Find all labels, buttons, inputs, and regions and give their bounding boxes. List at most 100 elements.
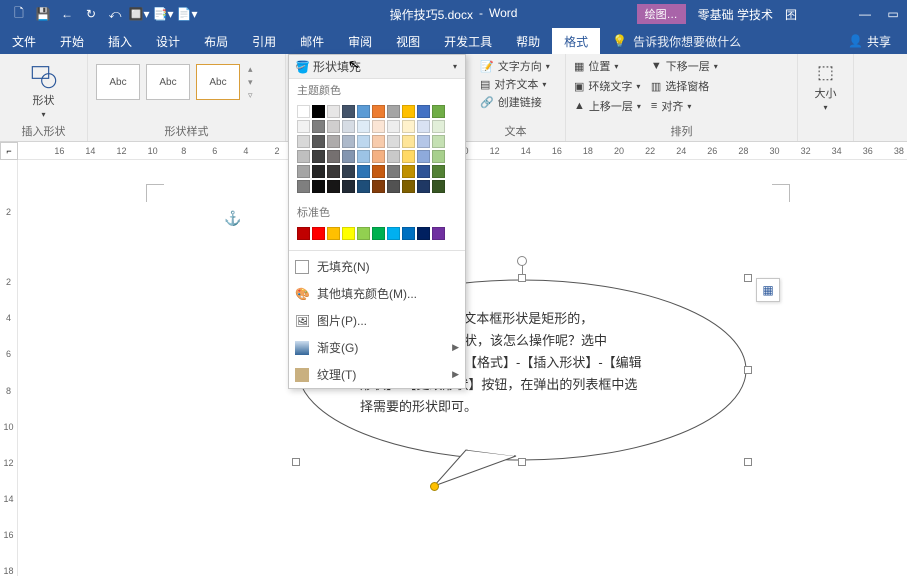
color-swatch[interactable] bbox=[387, 105, 400, 118]
color-swatch[interactable] bbox=[297, 150, 310, 163]
color-swatch[interactable] bbox=[372, 150, 385, 163]
resize-handle-n[interactable] bbox=[518, 274, 526, 282]
color-swatch[interactable] bbox=[342, 120, 355, 133]
color-swatch[interactable] bbox=[387, 135, 400, 148]
tab-selector[interactable]: ⌐ bbox=[0, 142, 18, 160]
shapes-button[interactable]: 形状 ▾ bbox=[8, 58, 79, 123]
tab-insert[interactable]: 插入 bbox=[96, 28, 144, 54]
color-swatch[interactable] bbox=[312, 180, 325, 193]
qat-more1-icon[interactable]: 🔲▾ bbox=[128, 3, 150, 25]
color-swatch[interactable] bbox=[357, 165, 370, 178]
color-swatch[interactable] bbox=[327, 165, 340, 178]
color-swatch[interactable] bbox=[312, 150, 325, 163]
qat-more2-icon[interactable]: 📑▾ bbox=[152, 3, 174, 25]
color-swatch[interactable] bbox=[342, 150, 355, 163]
color-swatch[interactable] bbox=[432, 180, 445, 193]
color-swatch[interactable] bbox=[372, 120, 385, 133]
color-swatch[interactable] bbox=[432, 120, 445, 133]
more-colors-item[interactable]: 🎨其他填充颜色(M)... bbox=[289, 280, 465, 307]
tab-format[interactable]: 格式 bbox=[552, 28, 600, 54]
color-swatch[interactable] bbox=[342, 105, 355, 118]
color-swatch[interactable] bbox=[327, 150, 340, 163]
maximize-icon[interactable]: ▭ bbox=[879, 7, 907, 21]
color-swatch[interactable] bbox=[312, 120, 325, 133]
resize-handle-ne[interactable] bbox=[744, 274, 752, 282]
qat-back-icon[interactable]: ← bbox=[56, 3, 78, 25]
tab-home[interactable]: 开始 bbox=[48, 28, 96, 54]
color-swatch[interactable] bbox=[297, 180, 310, 193]
rotation-handle[interactable] bbox=[517, 256, 527, 266]
resize-handle-se[interactable] bbox=[744, 458, 752, 466]
text-direction-button[interactable]: 📝文字方向▾ bbox=[480, 58, 557, 74]
style-sample-3[interactable]: Abc bbox=[196, 64, 240, 100]
color-swatch[interactable] bbox=[357, 135, 370, 148]
tab-help[interactable]: 帮助 bbox=[504, 28, 552, 54]
texture-fill-item[interactable]: 纹理(T) bbox=[289, 361, 465, 388]
color-swatch[interactable] bbox=[342, 165, 355, 178]
tab-file[interactable]: 文件 bbox=[0, 28, 48, 54]
tab-references[interactable]: 引用 bbox=[240, 28, 288, 54]
create-link-button[interactable]: 🔗创建链接 bbox=[480, 94, 557, 110]
shape-style-gallery[interactable]: Abc Abc Abc ▴ ▾ ▿ bbox=[96, 58, 277, 101]
color-swatch[interactable] bbox=[387, 227, 400, 240]
color-swatch[interactable] bbox=[327, 135, 340, 148]
color-swatch[interactable] bbox=[372, 165, 385, 178]
color-swatch[interactable] bbox=[372, 180, 385, 193]
color-swatch[interactable] bbox=[327, 105, 340, 118]
bring-forward-button[interactable]: ▲上移一层▾ bbox=[574, 98, 641, 114]
color-swatch[interactable] bbox=[402, 180, 415, 193]
position-button[interactable]: ▦位置▾ bbox=[574, 58, 641, 74]
picture-fill-item[interactable]: 🖼图片(P)... bbox=[289, 307, 465, 334]
tab-developer[interactable]: 开发工具 bbox=[432, 28, 504, 54]
color-swatch[interactable] bbox=[357, 227, 370, 240]
color-swatch[interactable] bbox=[342, 180, 355, 193]
tab-mailings[interactable]: 邮件 bbox=[288, 28, 336, 54]
color-swatch[interactable] bbox=[417, 120, 430, 133]
color-swatch[interactable] bbox=[417, 180, 430, 193]
qat-new-icon[interactable]: 🗋 bbox=[8, 3, 30, 25]
color-swatch[interactable] bbox=[357, 120, 370, 133]
color-swatch[interactable] bbox=[312, 227, 325, 240]
wrap-text-button[interactable]: ▣环绕文字▾ bbox=[574, 78, 641, 94]
color-swatch[interactable] bbox=[327, 180, 340, 193]
color-swatch[interactable] bbox=[402, 105, 415, 118]
align-button[interactable]: ≡对齐▾ bbox=[651, 98, 718, 114]
shape-fill-button[interactable]: 🪣 形状填充 ▾ bbox=[289, 55, 465, 79]
color-swatch[interactable] bbox=[417, 165, 430, 178]
color-swatch[interactable] bbox=[417, 135, 430, 148]
style-sample-1[interactable]: Abc bbox=[96, 64, 140, 100]
color-swatch[interactable] bbox=[357, 180, 370, 193]
color-swatch[interactable] bbox=[417, 227, 430, 240]
qat-redo-icon[interactable]: ↻ bbox=[80, 3, 102, 25]
color-swatch[interactable] bbox=[402, 135, 415, 148]
color-swatch[interactable] bbox=[387, 120, 400, 133]
color-swatch[interactable] bbox=[387, 165, 400, 178]
resize-handle-sw[interactable] bbox=[292, 458, 300, 466]
qat-more3-icon[interactable]: 📄▾ bbox=[176, 3, 198, 25]
color-swatch[interactable] bbox=[432, 150, 445, 163]
send-backward-button[interactable]: ▼下移一层▾ bbox=[651, 58, 718, 74]
gradient-fill-item[interactable]: 渐变(G) bbox=[289, 334, 465, 361]
color-swatch[interactable] bbox=[297, 165, 310, 178]
no-fill-item[interactable]: 无填充(N) bbox=[289, 253, 465, 280]
color-swatch[interactable] bbox=[402, 120, 415, 133]
color-swatch[interactable] bbox=[312, 135, 325, 148]
color-swatch[interactable] bbox=[357, 105, 370, 118]
color-swatch[interactable] bbox=[432, 105, 445, 118]
share-button[interactable]: 👤 共享 bbox=[848, 33, 891, 50]
color-swatch[interactable] bbox=[312, 165, 325, 178]
selection-pane-button[interactable]: ▥选择窗格 bbox=[651, 78, 718, 94]
tab-view[interactable]: 视图 bbox=[384, 28, 432, 54]
color-swatch[interactable] bbox=[417, 105, 430, 118]
align-text-button[interactable]: ▤对齐文本▾ bbox=[480, 76, 557, 92]
gallery-more-icon[interactable]: ▿ bbox=[248, 90, 253, 101]
color-swatch[interactable] bbox=[297, 120, 310, 133]
color-swatch[interactable] bbox=[372, 105, 385, 118]
color-swatch[interactable] bbox=[312, 105, 325, 118]
color-swatch[interactable] bbox=[417, 150, 430, 163]
color-swatch[interactable] bbox=[432, 135, 445, 148]
color-swatch[interactable] bbox=[402, 150, 415, 163]
tell-me[interactable]: 💡 告诉我你想要做什么 bbox=[612, 33, 741, 50]
color-swatch[interactable] bbox=[342, 135, 355, 148]
color-swatch[interactable] bbox=[372, 135, 385, 148]
